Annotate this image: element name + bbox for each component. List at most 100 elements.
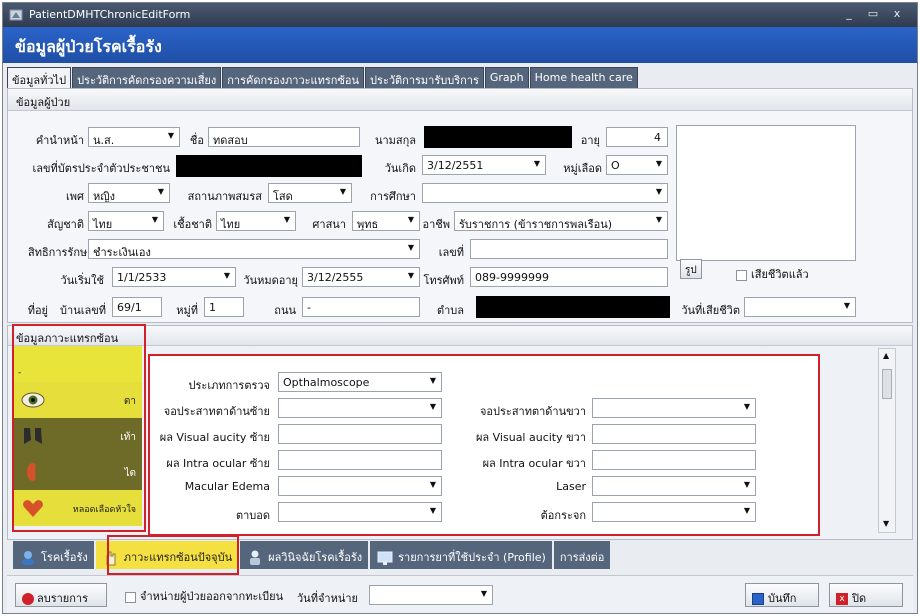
deceased-checkbox[interactable]: เสียชีวิตแล้ว <box>736 265 809 283</box>
birth-date-picker[interactable]: 3/12/2551 ▼ <box>422 155 546 175</box>
chevron-down-icon: ▼ <box>743 506 750 515</box>
scroll-thumb[interactable] <box>882 369 892 399</box>
blind-label: ตาบอด <box>235 509 270 522</box>
cataract-select[interactable]: ▼ <box>592 502 756 522</box>
tab-drug-profile[interactable]: รายการยาที่ใช้ประจำ (Profile) <box>370 541 552 569</box>
tab-referral[interactable]: การส่งต่อ <box>553 541 611 569</box>
idcard-label: เลขที่บัตรประจำตัวประชาชน <box>32 162 170 175</box>
right-retina-select[interactable]: ▼ <box>592 398 756 418</box>
chevron-down-icon: ▼ <box>743 480 750 489</box>
chevron-down-icon: ▼ <box>533 159 540 168</box>
moo-field[interactable]: 1 <box>204 297 244 317</box>
complication-panel: ข้อมูลภาวะแทรกซ้อน - ตา เท้า ไต หลอดเลือ… <box>7 324 913 540</box>
religion-label: ศาสนา <box>312 218 346 231</box>
age-field[interactable]: 4 <box>606 127 668 147</box>
checkbox-icon <box>736 269 747 281</box>
chevron-down-icon: ▼ <box>283 215 290 224</box>
expire-date-label: วันหมดอายุ <box>243 274 298 287</box>
occupation-label: อาชีพ <box>422 218 451 231</box>
house-no-field[interactable]: 69/1 <box>112 297 162 317</box>
scroll-down-icon[interactable]: ▼ <box>883 519 889 528</box>
blind-select[interactable]: ▼ <box>278 502 442 522</box>
sex-select[interactable]: หญิง ▼ <box>88 183 170 203</box>
save-button[interactable]: บันทึก <box>745 583 819 607</box>
education-select[interactable]: ▼ <box>422 183 668 203</box>
nationality-label: สัญชาติ <box>47 218 84 231</box>
discharge-checkbox[interactable]: จำหน่ายผู้ป่วยออกจากทะเบียน <box>125 587 283 605</box>
vertical-scrollbar[interactable]: ▲ ▼ <box>878 348 896 533</box>
left-retina-select[interactable]: ▼ <box>278 398 442 418</box>
footer-bar: ลบรายการ จำหน่ายผู้ป่วยออกจากทะเบียน วัน… <box>7 575 913 613</box>
close-icon: x <box>836 593 848 605</box>
religion-select[interactable]: พุทธ ▼ <box>352 211 420 231</box>
expire-date-picker[interactable]: 3/12/2555 ▼ <box>302 267 420 287</box>
user-icon <box>22 551 34 565</box>
monitor-icon <box>377 551 393 565</box>
exam-type-select[interactable]: Opthalmoscope ▼ <box>278 372 442 392</box>
exam-panel: ประเภทการตรวจ Opthalmoscope ▼ จอประสาทตาด… <box>148 354 820 536</box>
photo-box <box>676 125 856 261</box>
road-field[interactable]: - <box>302 297 420 317</box>
tab-general[interactable]: ข้อมูลทั่วไป <box>7 67 72 89</box>
tab-chronic-disease[interactable]: โรคเรื้อรัง <box>13 541 94 569</box>
photo-button[interactable]: รูป <box>680 259 702 279</box>
name-field[interactable]: ทดสอบ <box>208 127 360 147</box>
marital-select[interactable]: โสด ▼ <box>268 183 352 203</box>
maximize-button[interactable]: ▭ <box>865 7 881 21</box>
treatment-right-select[interactable]: ชำระเงินเอง ▼ <box>88 239 420 259</box>
scroll-up-icon[interactable]: ▲ <box>883 351 889 360</box>
subdistrict-redacted <box>476 296 670 318</box>
chevron-down-icon: ▼ <box>655 187 662 196</box>
close-window-button[interactable]: x <box>889 7 905 21</box>
delete-button[interactable]: ลบรายการ <box>15 583 107 607</box>
tab-graph[interactable]: Graph <box>484 67 529 89</box>
tab-home-health-care[interactable]: Home health care <box>529 67 638 89</box>
death-date-picker[interactable]: ▼ <box>744 297 856 317</box>
prefix-select[interactable]: น.ส. ▼ <box>88 127 180 147</box>
chevron-down-icon: ▼ <box>407 243 414 252</box>
va-right-label: ผล Visual aucity ขวา <box>475 431 586 444</box>
address-label: ที่อยู่ <box>27 304 48 317</box>
tab-diagnosis[interactable]: ผลวินิจฉัยโรคเรื้อรัง <box>240 541 369 569</box>
chevron-down-icon: ▼ <box>429 402 436 411</box>
subdistrict-label: ตำบล <box>436 304 464 317</box>
chevron-down-icon: ▼ <box>429 376 436 385</box>
race-select[interactable]: ไทย ▼ <box>216 211 296 231</box>
tab-service-history[interactable]: ประวัติการมารับบริการ <box>365 67 484 89</box>
marital-label: สถานภาพสมรส <box>187 190 262 203</box>
surname-label: นามสกุล <box>374 134 416 147</box>
sidebar-highlight <box>12 324 146 532</box>
occupation-select[interactable]: รับราชการ (ข้าราชการพลเรือน) ▼ <box>454 211 668 231</box>
close-button[interactable]: x ปิด <box>829 583 903 607</box>
tab-risk-screening[interactable]: ประวัติการคัดกรองความเสี่ยง <box>72 67 222 89</box>
phone-field[interactable]: 089-9999999 <box>470 267 668 287</box>
chevron-down-icon: ▼ <box>743 402 750 411</box>
cataract-label: ต้อกระจก <box>540 509 586 522</box>
number-field[interactable] <box>470 239 668 259</box>
app-icon <box>9 9 23 21</box>
road-label: ถนน <box>274 304 296 317</box>
io-right-field[interactable] <box>592 450 756 470</box>
laser-select[interactable]: ▼ <box>592 476 756 496</box>
minimize-button[interactable]: _ <box>841 7 857 21</box>
macular-select[interactable]: ▼ <box>278 476 442 496</box>
va-left-field[interactable] <box>278 424 442 444</box>
patient-section-header: ข้อมูลผู้ป่วย <box>8 89 912 111</box>
discharge-date-picker[interactable]: ▼ <box>369 585 493 605</box>
chevron-down-icon: ▼ <box>223 271 230 280</box>
person-icon <box>250 550 261 565</box>
blood-select[interactable]: O ▼ <box>606 155 668 175</box>
va-right-field[interactable] <box>592 424 756 444</box>
tab-complication-screening[interactable]: การคัดกรองภาวะแทรกซ้อน <box>222 67 365 89</box>
left-retina-label: จอประสาทตาด้านซ้าย <box>163 405 270 418</box>
chevron-down-icon: ▼ <box>339 187 346 196</box>
start-date-picker[interactable]: 1/1/2533 ▼ <box>112 267 236 287</box>
prefix-label: คำนำหน้า <box>35 134 84 147</box>
birth-label: วันเกิด <box>384 162 416 175</box>
io-left-field[interactable] <box>278 450 442 470</box>
nationality-select[interactable]: ไทย ▼ <box>88 211 164 231</box>
save-icon <box>752 593 764 605</box>
start-date-label: วันเริ่มใช้ <box>60 274 104 287</box>
phone-label: โทรศัพท์ <box>423 274 464 287</box>
house-no-label: บ้านเลขที่ <box>60 304 106 317</box>
